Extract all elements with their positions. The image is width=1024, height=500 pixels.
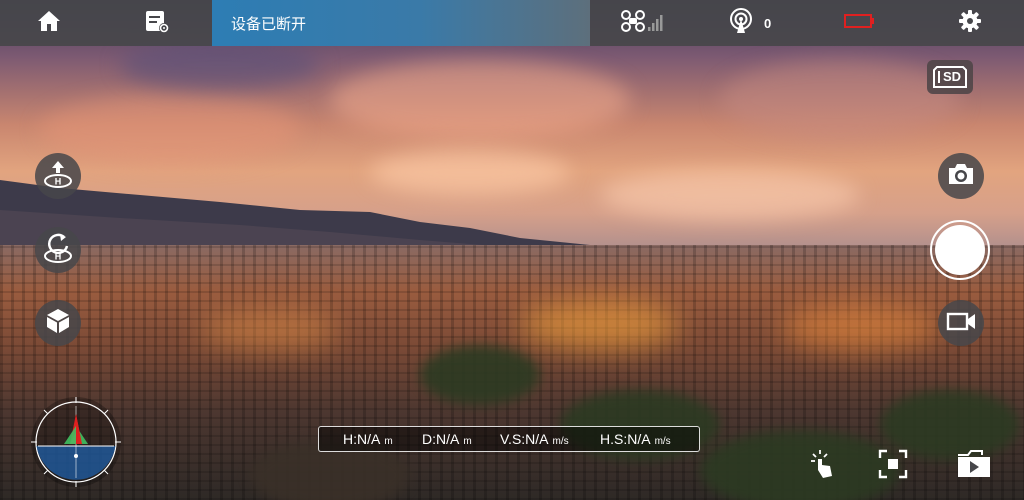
video-camera-icon [945,309,977,338]
height-readout: H:N/A m [343,431,393,447]
horizontal-speed-value: H.S:N/A [600,431,651,447]
gear-icon [958,9,982,38]
3d-view-button[interactable] [35,300,81,346]
home-icon [37,9,61,38]
sunlight-glow [780,305,940,350]
connection-status-text: 设备已断开 [231,15,307,33]
horizontal-speed-readout: H.S:N/A m/s [600,431,671,447]
preflight-checklist-button[interactable] [134,0,180,46]
return-home-button[interactable]: H [35,227,81,273]
photo-mode-button[interactable] [938,153,984,199]
battery-indicator[interactable] [842,0,878,46]
top-bar: 设备已断开 0 [0,0,1024,46]
svg-text:H: H [55,251,62,261]
cloud [40,95,300,165]
video-mode-button[interactable] [938,300,984,346]
gps-satellite-indicator[interactable]: 0 [728,0,788,46]
camera-icon [946,161,976,192]
compass-attitude-indicator [31,397,121,487]
takeoff-button[interactable]: H [35,153,81,199]
fullscreen-button[interactable] [877,449,909,484]
satellite-count: 0 [764,15,772,31]
media-library-button[interactable] [956,449,992,484]
sd-card-button[interactable]: SD [927,60,973,94]
distance-readout: D:N/A m [422,431,472,447]
takeoff-icon: H [42,158,74,195]
distance-value: D:N/A [422,431,460,447]
vertical-speed-value: V.S:N/A [500,431,549,447]
trees [420,345,540,405]
vertical-speed-readout: V.S:N/A m/s [500,431,569,447]
telemetry-bar: H:N/A m D:N/A m V.S:N/A m/s H.S:N/A m/s [318,426,700,452]
svg-text:H: H [55,176,62,186]
media-library-icon [956,449,992,484]
drone-signal-icon [620,9,668,38]
drone-signal-indicator[interactable] [618,0,670,46]
sd-card-icon: SD [933,66,967,88]
return-home-icon: H [42,232,74,269]
sd-label: SD [943,69,962,84]
connection-status-bar: 设备已断开 [212,0,590,46]
gesture-control-button[interactable] [808,448,840,485]
checklist-settings-icon [144,8,170,39]
sunlight-glow [200,310,340,350]
distance-unit: m [463,436,472,447]
vertical-speed-unit: m/s [552,436,569,447]
shutter-inner [935,225,985,275]
fullscreen-icon [878,449,908,484]
battery-empty-icon [844,13,876,34]
settings-button[interactable] [955,0,985,46]
gps-satellite-icon [728,7,754,39]
height-unit: m [384,436,393,447]
cloud [120,40,320,90]
home-button[interactable] [28,0,70,46]
trees [700,430,900,500]
cloud [720,60,960,140]
camera-feed [0,0,1024,500]
horizontal-speed-unit: m/s [654,436,671,447]
tap-gesture-icon [808,448,840,485]
height-value: H:N/A [343,431,381,447]
sunlight-glow [520,300,680,350]
cloud [330,60,630,140]
shutter-button[interactable] [930,220,990,280]
cube-icon [44,307,72,340]
